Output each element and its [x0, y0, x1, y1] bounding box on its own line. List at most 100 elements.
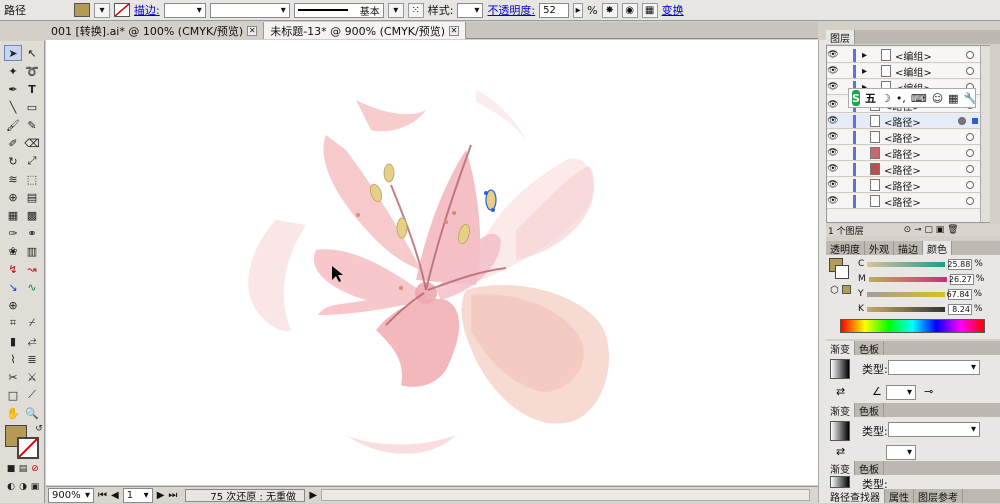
zigzag-tool-icon[interactable]: ⌇	[4, 351, 22, 367]
tab-document-2[interactable]: 未标题-13* @ 900% (CMYK/预览) ✕	[264, 22, 466, 39]
vertical-scrollbar[interactable]	[818, 40, 826, 503]
punctuation-icon[interactable]: •,	[896, 92, 906, 105]
screen-mode-icon[interactable]: ▣	[26, 479, 44, 495]
aspect-icon[interactable]: ⊸	[924, 385, 933, 398]
tab-attributes[interactable]: 属性	[885, 489, 914, 504]
last-color-swatch[interactable]	[842, 285, 851, 294]
zoom-tool-icon[interactable]: 🔍	[23, 405, 41, 421]
tab-color[interactable]: 颜色	[923, 241, 952, 256]
shape-builder-tool-icon[interactable]: ⊕	[4, 189, 22, 205]
measure-tool-icon[interactable]: ⟋	[23, 387, 41, 403]
cyan-slider-row[interactable]: C 25.88%	[858, 258, 1000, 270]
scale-tool-icon[interactable]: ⤢	[23, 153, 41, 169]
column-graph-icon[interactable]: ▮	[4, 333, 22, 349]
moon-icon[interactable]: ☽	[881, 92, 891, 105]
list-tool-icon[interactable]: ≣	[23, 351, 41, 367]
layer-row[interactable]: 👁▸<编组>	[827, 64, 980, 79]
ime-mode[interactable]: 五	[865, 90, 876, 106]
wrench-icon[interactable]: 🔧	[964, 92, 978, 105]
rectangle-tool-icon[interactable]: ▭	[23, 99, 41, 115]
tab-transparency[interactable]: 透明度	[826, 241, 865, 256]
layer-footer-icons[interactable]: ⊙ ⊸ ▢ ▣ 🗑	[904, 225, 959, 235]
fill-dropdown-icon[interactable]: ▾	[94, 2, 110, 18]
last-page-icon[interactable]: ⏭	[168, 490, 177, 501]
status-message-box[interactable]: 75 次还原 : 无重做	[185, 488, 306, 503]
prev-page-icon[interactable]: ◀	[111, 490, 119, 501]
layers-scrollbar[interactable]	[980, 46, 990, 222]
brush-dropdown-icon[interactable]: ▾	[387, 2, 404, 18]
fill-swatch[interactable]	[74, 3, 90, 17]
pencil-tool-icon[interactable]: ✎	[23, 117, 41, 133]
opacity-link[interactable]: 不透明度:	[487, 2, 535, 18]
angle-input[interactable]: ▾	[886, 385, 916, 400]
angle-input[interactable]: ▾	[886, 445, 916, 460]
isolate-icon[interactable]: ◉	[621, 2, 638, 18]
reverse-gradient-icon[interactable]: ⇄	[836, 445, 845, 458]
layer-row[interactable]: 👁<路径>	[827, 146, 980, 161]
yellow-slider-row[interactable]: Y 67.84%	[858, 288, 1000, 300]
tab-swatches[interactable]: 色板	[855, 403, 884, 418]
knife-tool-icon[interactable]: ⚔	[23, 369, 41, 385]
grid-icon[interactable]: ▦	[948, 92, 958, 105]
tab-appearance[interactable]: 外观	[865, 241, 894, 256]
zoom-select[interactable]: 900% ▾	[48, 487, 94, 503]
keyboard-icon[interactable]: ⌨	[911, 92, 927, 105]
tab-graphic-styles[interactable]: 图层参考	[914, 489, 963, 504]
pen-tool-icon[interactable]: ✒	[4, 81, 22, 97]
scissors-tool-icon[interactable]: ✂	[4, 369, 22, 385]
width-tool-icon[interactable]: ⥄	[23, 333, 41, 349]
perspective-tool-icon[interactable]: ▦	[4, 207, 22, 223]
layer-row[interactable]: 👁<路径>	[827, 130, 980, 145]
layer-row[interactable]: 👁▸<编组>	[827, 48, 980, 63]
target-icon[interactable]	[966, 149, 974, 157]
rotate-tool-icon[interactable]: ↻	[4, 153, 22, 169]
close-icon[interactable]: ✕	[449, 25, 459, 36]
gradient-swatch[interactable]	[830, 476, 850, 488]
paintbrush-tool-icon[interactable]: 🖌	[4, 117, 22, 133]
tab-gradient[interactable]: 渐变	[826, 461, 855, 476]
custom-tool-green-icon[interactable]: ∿	[23, 279, 41, 295]
eye-icon[interactable]: 👁	[827, 100, 839, 110]
eye-icon[interactable]: 👁	[827, 132, 839, 142]
tab-swatches[interactable]: 色板	[855, 461, 884, 476]
ime-logo-icon[interactable]: S	[852, 90, 860, 106]
tab-layers[interactable]: 图层	[826, 30, 855, 45]
line-tool-icon[interactable]: ╲	[4, 99, 22, 115]
brush-select[interactable]: 基本	[293, 2, 384, 18]
color-stroke-swatch[interactable]	[835, 265, 849, 279]
opacity-dropdown-icon[interactable]: ▸	[573, 2, 584, 18]
black-slider-row[interactable]: K 8.24%	[858, 303, 1000, 315]
target-icon[interactable]	[966, 51, 974, 59]
custom-tool-blue-icon[interactable]: ↘	[4, 279, 22, 295]
options-icon[interactable]: ⁙	[407, 2, 424, 18]
horizontal-scrollbar[interactable]	[321, 489, 810, 501]
blob-brush-tool-icon[interactable]: ✐	[4, 135, 22, 151]
warp-tool-icon[interactable]: ≋	[4, 171, 22, 187]
artboard-tool-icon[interactable]: ⌗	[4, 315, 22, 331]
tab-document-1[interactable]: 001 [转换].ai* @ 100% (CMYK/预览) ✕	[45, 22, 265, 39]
eye-icon[interactable]: 👁	[827, 66, 839, 76]
artboard-canvas[interactable]	[46, 40, 818, 485]
blend-tool-icon[interactable]: ⚭	[23, 225, 41, 241]
lasso-tool-icon[interactable]: ➰	[23, 63, 41, 79]
eye-icon[interactable]: 👁	[827, 116, 839, 126]
cube-icon[interactable]: ⬡	[830, 285, 839, 296]
layer-row[interactable]: 👁<路径>	[827, 162, 980, 177]
target-icon[interactable]	[958, 117, 966, 125]
tab-stroke[interactable]: 描边	[894, 241, 923, 256]
next-page-icon[interactable]: ▶	[157, 490, 165, 501]
color-spectrum[interactable]	[840, 319, 985, 333]
target-icon[interactable]	[966, 133, 974, 141]
slice-tool-icon[interactable]: ⌿	[23, 315, 41, 331]
free-transform-tool-icon[interactable]: ⬚	[23, 171, 41, 187]
eraser-tool-icon[interactable]: ⌫	[23, 135, 41, 151]
angle-icon[interactable]: ∠	[872, 385, 882, 398]
variable-width-select[interactable]: ▾	[209, 2, 290, 18]
align-icon[interactable]: ▦	[641, 2, 658, 18]
opacity-input[interactable]: 52	[539, 2, 570, 18]
gradient-type-select[interactable]: ▾	[888, 422, 980, 437]
gradient-swatch[interactable]	[830, 421, 850, 441]
recolor-icon[interactable]: ✸	[601, 2, 618, 18]
target-icon[interactable]	[966, 165, 974, 173]
mesh-tool-icon[interactable]: ▩	[23, 207, 41, 223]
